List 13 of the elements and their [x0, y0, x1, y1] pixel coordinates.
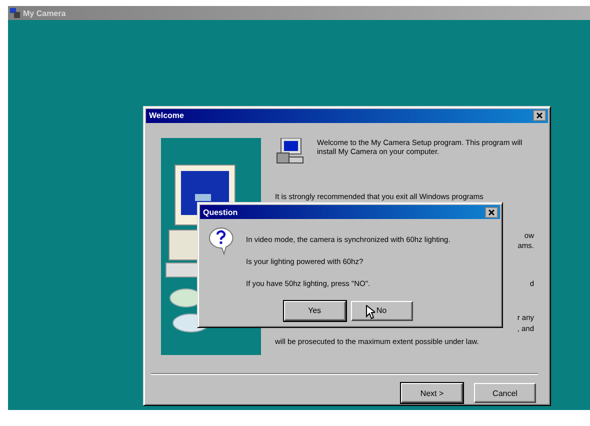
app-icon — [10, 8, 20, 18]
app-title: My Camera — [23, 8, 66, 18]
mouse-pointer-icon — [366, 305, 375, 319]
dialog-button[interactable]: Next > — [401, 383, 463, 403]
dialog-button[interactable]: Yes — [284, 300, 346, 320]
close-icon[interactable] — [533, 110, 546, 122]
question-icon — [208, 227, 234, 255]
dialog-title: Question — [203, 208, 238, 216]
dialog-title: Welcome — [149, 111, 184, 120]
close-icon[interactable] — [485, 206, 498, 218]
computer-icon — [275, 138, 305, 165]
dialog-button[interactable]: No — [350, 300, 412, 320]
dialog-button[interactable]: Cancel — [474, 383, 536, 403]
